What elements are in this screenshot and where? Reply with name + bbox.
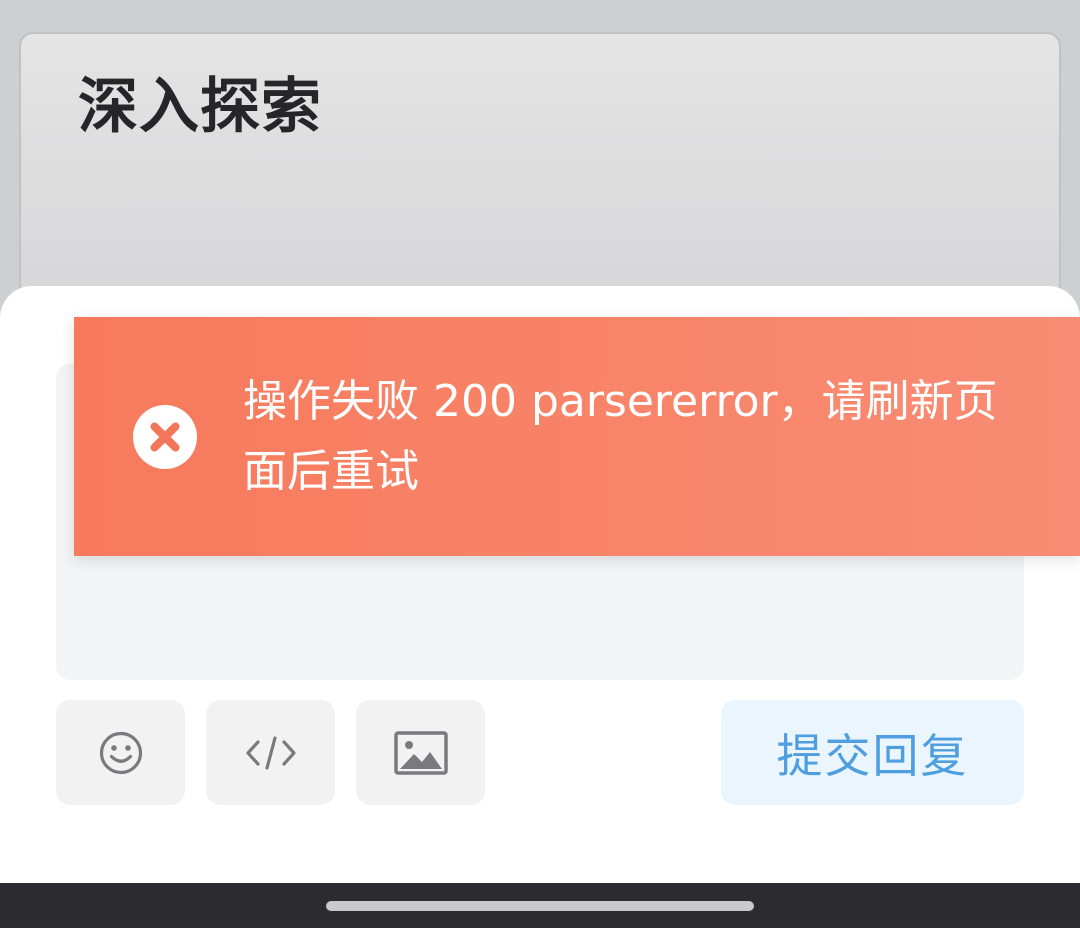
system-nav-bar (0, 883, 1080, 928)
page-title: 深入探索 (78, 72, 322, 142)
code-icon (245, 735, 296, 770)
image-button[interactable] (356, 700, 485, 805)
home-indicator[interactable] (326, 901, 754, 911)
error-message: 操作失败 200 parsererror，请刷新页面后重试 (243, 376, 998, 497)
code-button[interactable] (206, 700, 335, 805)
error-circle-icon (133, 405, 197, 469)
emoji-button[interactable] (56, 700, 185, 805)
submit-reply-button[interactable]: 提交回复 (721, 700, 1024, 805)
image-icon (393, 730, 448, 775)
error-toast: 操作失败 200 parsererror，请刷新页面后重试 (74, 317, 1080, 556)
smiley-icon (99, 731, 142, 774)
